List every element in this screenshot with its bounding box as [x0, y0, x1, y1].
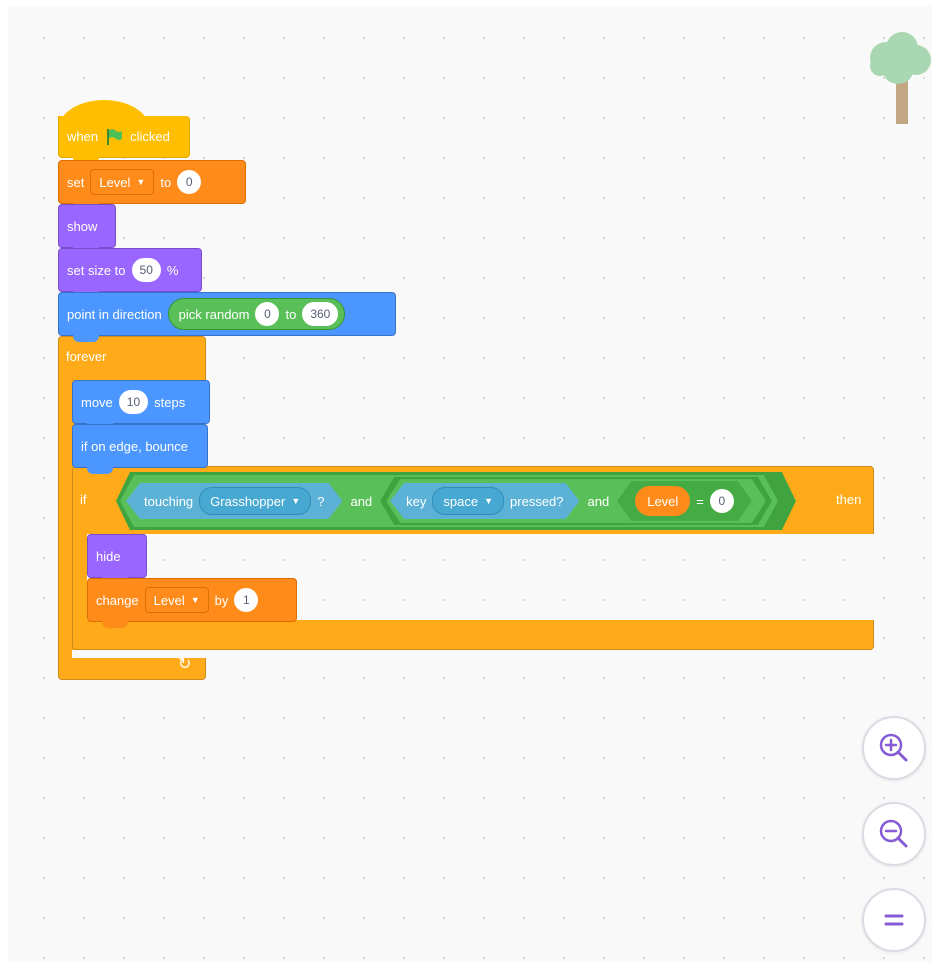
hide-block[interactable]: hide	[87, 534, 147, 584]
set-label: set	[67, 174, 85, 190]
bounce-label: if on edge, bounce	[81, 438, 188, 454]
variable-name: Level	[99, 174, 131, 190]
and-label-2: and	[587, 493, 610, 509]
change-variable-dropdown[interactable]: Level ▼	[144, 587, 209, 613]
chevron-down-icon: ▼	[190, 595, 200, 605]
chevron-down-icon: ▼	[291, 496, 301, 506]
change-label: change	[96, 592, 139, 608]
zoom-reset-button[interactable]	[862, 888, 926, 952]
zoom-in-icon	[879, 733, 908, 762]
pressed-label: pressed?	[510, 493, 564, 509]
green-flag-icon	[107, 128, 123, 145]
show-block[interactable]: show	[58, 204, 116, 254]
pick-random-reporter[interactable]: pick random 0 to 360	[167, 298, 346, 330]
random-to-label: to	[285, 306, 297, 322]
then-label: then	[836, 492, 862, 507]
sprite-tree-icon	[870, 32, 931, 124]
if-label: if	[80, 492, 87, 507]
when-flag-clicked-block[interactable]: when clicked	[58, 116, 190, 164]
and-label-1: and	[350, 493, 373, 509]
zoom-reset-icon	[884, 914, 904, 926]
key-pressed-sensor[interactable]: key space ▼ pressed?	[390, 483, 579, 519]
set-value-input[interactable]: 0	[177, 170, 202, 194]
zoom-out-icon	[879, 819, 908, 848]
percent-label: %	[166, 262, 179, 278]
size-input[interactable]: 50	[131, 258, 161, 282]
set-size-block[interactable]: set size to 50 %	[58, 248, 202, 298]
touching-label: touching	[144, 493, 194, 509]
key-label: key	[406, 493, 427, 509]
variable-dropdown[interactable]: Level ▼	[90, 169, 155, 195]
to-label: to	[160, 174, 172, 190]
chevron-down-icon: ▼	[136, 177, 146, 187]
and-operator-inner[interactable]: key space ▼ pressed? and Level = 0	[380, 477, 772, 525]
set-variable-block[interactable]: set Level ▼ to 0	[58, 160, 246, 210]
when-label: when	[67, 129, 99, 144]
random-from-input[interactable]: 0	[255, 302, 280, 326]
equals-label: =	[696, 493, 704, 509]
equals-value-input[interactable]: 0	[710, 489, 734, 513]
chevron-down-icon: ▼	[484, 496, 494, 506]
touching-target: Grasshopper	[210, 493, 286, 509]
point-direction-label: point in direction	[67, 306, 162, 322]
bounce-block[interactable]: if on edge, bounce	[72, 424, 208, 474]
steps-input[interactable]: 10	[118, 390, 149, 414]
hide-label: hide	[96, 548, 121, 564]
key-name: space	[443, 493, 479, 509]
touching-sensor[interactable]: touching Grasshopper ▼ ?	[126, 483, 342, 519]
touching-target-dropdown[interactable]: Grasshopper ▼	[199, 487, 311, 515]
zoom-out-button[interactable]	[862, 802, 926, 866]
level-variable-reporter[interactable]: Level	[635, 486, 690, 516]
set-size-label: set size to	[67, 262, 126, 278]
zoom-in-button[interactable]	[862, 716, 926, 780]
steps-label: steps	[154, 394, 186, 410]
show-label: show	[67, 218, 98, 234]
random-to-input[interactable]: 360	[302, 302, 339, 326]
question-label: ?	[317, 493, 325, 509]
change-variable-block[interactable]: change Level ▼ by 1	[87, 578, 297, 628]
clicked-label: clicked	[130, 129, 170, 144]
key-dropdown[interactable]: space ▼	[432, 487, 504, 515]
and-operator-outer[interactable]: touching Grasshopper ▼ ? and key space ▼	[116, 472, 796, 530]
move-steps-block[interactable]: move 10 steps	[72, 380, 210, 430]
forever-label: forever	[66, 349, 107, 364]
pick-random-label: pick random	[178, 306, 250, 322]
level-var-label: Level	[647, 493, 679, 509]
by-label: by	[214, 592, 229, 608]
move-label: move	[81, 394, 113, 410]
change-value-input[interactable]: 1	[234, 588, 259, 612]
equals-operator[interactable]: Level = 0	[617, 481, 752, 521]
point-in-direction-block[interactable]: point in direction pick random 0 to 360	[58, 292, 396, 342]
change-variable-name: Level	[153, 592, 185, 608]
